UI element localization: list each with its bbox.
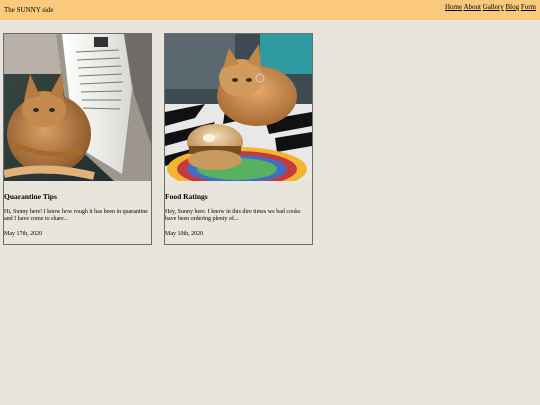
nav-blog-link[interactable]: Blog bbox=[505, 3, 519, 11]
post-excerpt: Hi, Sunny here! I know how rough it has … bbox=[4, 209, 148, 222]
main-nav: Home About Gallery Blog Form bbox=[445, 3, 536, 12]
post-title[interactable]: Food Ratings bbox=[165, 192, 208, 202]
site-header: The SUNNY side Home About Gallery Blog F… bbox=[0, 0, 540, 20]
post-title[interactable]: Quarantine Tips bbox=[4, 192, 57, 202]
post-image-cat-reading[interactable] bbox=[4, 34, 151, 181]
post-date: May 17th, 2020 bbox=[4, 231, 43, 237]
post-card-food-ratings[interactable]: Food Ratings Hey, Sunny here. I know in … bbox=[164, 33, 313, 245]
site-brand: The SUNNY side bbox=[4, 6, 54, 14]
nav-home-link[interactable]: Home bbox=[445, 3, 462, 11]
nav-form-link[interactable]: Form bbox=[521, 3, 536, 11]
post-image-cat-sandwich[interactable] bbox=[165, 34, 312, 181]
post-date: May 10th, 2020 bbox=[165, 231, 204, 237]
post-card-quarantine-tips[interactable]: Quarantine Tips Hi, Sunny here! I know h… bbox=[3, 33, 152, 245]
nav-about-link[interactable]: About bbox=[463, 3, 481, 11]
nav-gallery-link[interactable]: Gallery bbox=[483, 3, 504, 11]
post-excerpt: Hey, Sunny here. I know in this dire tim… bbox=[165, 209, 301, 222]
